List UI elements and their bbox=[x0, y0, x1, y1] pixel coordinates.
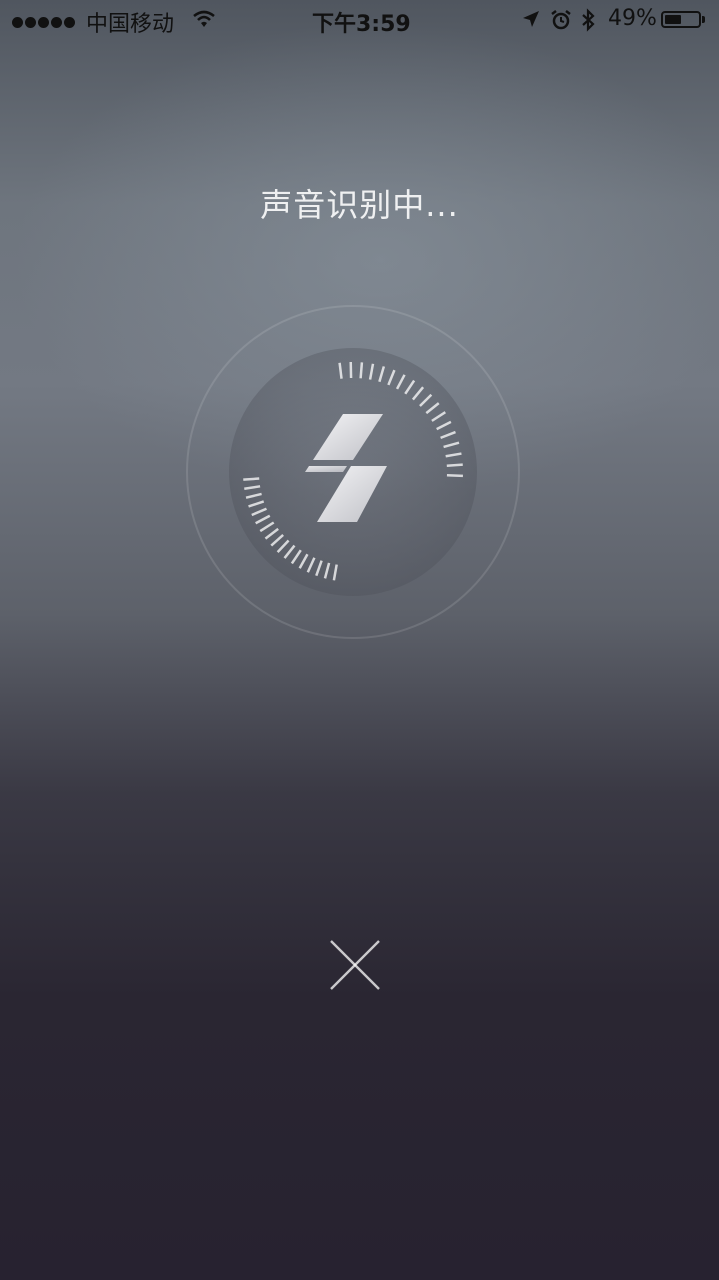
wifi-icon bbox=[193, 10, 215, 27]
level-tick bbox=[446, 474, 463, 478]
signal-dots-icon bbox=[12, 13, 78, 28]
location-arrow-icon bbox=[523, 11, 539, 27]
clock: 下午3:59 bbox=[312, 12, 411, 37]
sound-recognition-dial bbox=[186, 305, 520, 639]
battery-percent: 49% bbox=[608, 6, 657, 31]
battery-tip bbox=[702, 16, 705, 23]
level-tick bbox=[446, 463, 463, 467]
status-bar: 中国移动 下午3:59 49% bbox=[0, 0, 719, 40]
bluetooth-icon bbox=[582, 8, 595, 32]
close-icon bbox=[330, 940, 380, 990]
alarm-icon bbox=[551, 10, 571, 30]
battery-icon bbox=[661, 11, 701, 28]
close-button[interactable] bbox=[326, 936, 384, 994]
level-tick bbox=[243, 477, 260, 481]
recognition-status-text: 声音识别中... bbox=[260, 186, 459, 224]
carrier-label: 中国移动 bbox=[86, 12, 175, 37]
level-tick bbox=[359, 362, 364, 379]
battery-fill bbox=[665, 15, 681, 24]
